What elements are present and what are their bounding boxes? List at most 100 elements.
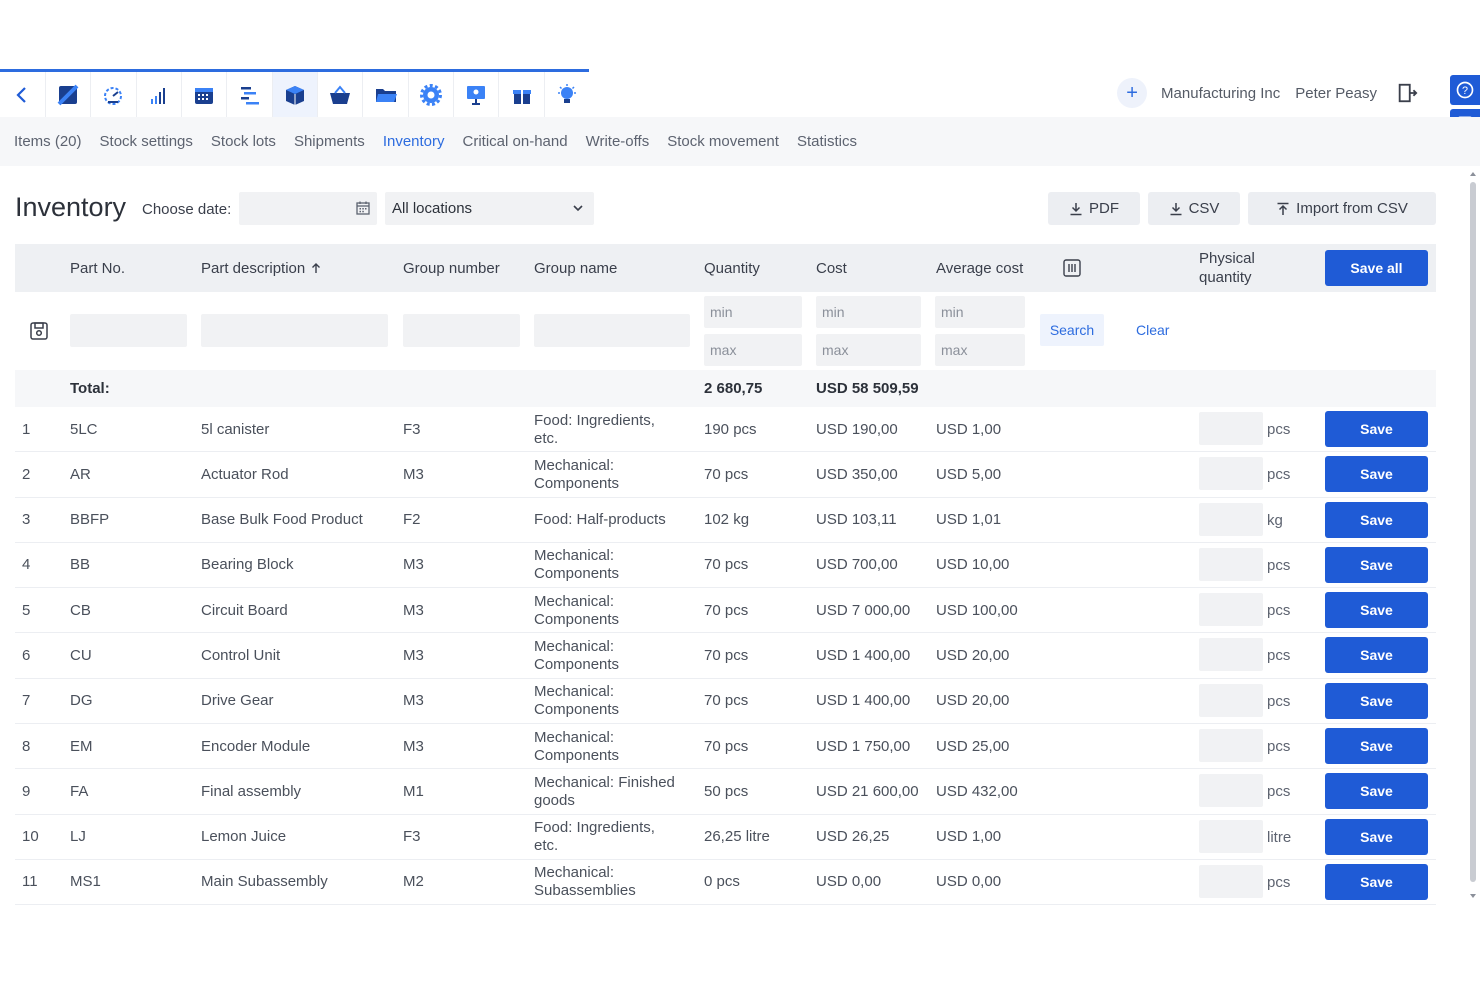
filter-cost-min[interactable]: min [816,296,921,328]
col-cost[interactable]: Cost [816,244,847,292]
calendar-icon[interactable] [180,72,226,117]
add-plus-icon[interactable]: + [1117,78,1148,108]
save-row-button[interactable]: Save [1325,592,1428,629]
physical-quantity-input[interactable] [1199,638,1263,672]
save-row-button[interactable]: Save [1325,501,1428,538]
cell-average-cost: USD 1,00 [936,420,1002,438]
table-row: 1 5LC 5l canister F3 Food: Ingredients, etc.… [15,407,1436,453]
cell-average-cost: USD 5,00 [936,465,1002,483]
filter-cost-max[interactable]: max [816,334,921,366]
tab-critical-on-hand[interactable]: Critical on-hand [463,133,568,150]
save-row-button[interactable]: Save [1325,728,1428,765]
filter-group-name-input[interactable] [534,314,690,347]
clear-button[interactable]: Clear [1136,314,1169,346]
physical-quantity-input[interactable] [1199,683,1263,717]
save-row-button[interactable]: Save [1325,637,1428,674]
cell-part-no: CB [70,601,91,619]
physical-quantity-input[interactable] [1199,864,1263,898]
tab-statistics[interactable]: Statistics [797,133,857,150]
cell-average-cost: USD 0,00 [936,873,1002,891]
cell-unit: pcs [1267,783,1291,801]
tab-stock-lots[interactable]: Stock lots [211,133,276,150]
sales-icon[interactable] [44,72,90,117]
cell-group-name: Mechanical: Components [534,592,620,628]
sort-up-arrow-icon [312,263,321,273]
location-select[interactable]: All locations [385,192,594,225]
cell-group-name: Mechanical: Components [534,456,620,492]
physical-quantity-input[interactable] [1199,457,1263,491]
tab-items[interactable]: Items (20) [14,133,82,150]
search-button[interactable]: Search [1040,314,1104,346]
save-row-button[interactable]: Save [1325,682,1428,719]
folder-icon[interactable] [362,72,407,117]
filter-part-no-input[interactable] [70,314,187,347]
col-average-cost[interactable]: Average cost [936,244,1023,292]
cell-row-number: 11 [22,873,38,891]
tab-inventory[interactable]: Inventory [383,133,445,150]
save-row-button[interactable]: Save [1325,773,1428,810]
col-quantity[interactable]: Quantity [704,244,760,292]
dashboard-icon[interactable] [90,72,135,117]
save-all-button[interactable]: Save all [1325,250,1428,286]
tab-write-offs[interactable]: Write-offs [586,133,650,150]
presentation-icon[interactable] [453,72,498,117]
physical-quantity-input[interactable] [1199,819,1263,853]
save-row-button[interactable]: Save [1325,818,1428,855]
scrollbar-thumb[interactable] [1470,182,1476,882]
filter-quantity-min[interactable]: min [704,296,802,328]
date-input[interactable] [239,192,377,225]
col-group-number[interactable]: Group number [403,244,500,292]
tab-stock-movement[interactable]: Stock movement [667,133,779,150]
calendar-small-icon[interactable] [355,200,371,216]
cell-unit: litre [1267,828,1292,846]
cell-group-number: M3 [403,692,424,710]
cell-group-name: Food: Half-products [534,511,666,529]
lightbulb-icon[interactable] [543,72,589,117]
location-select-value: All locations [392,200,473,217]
col-part-no[interactable]: Part No. [70,244,125,292]
physical-quantity-input[interactable] [1199,547,1263,581]
user-name[interactable]: Peter Peasy [1295,85,1377,102]
tab-shipments[interactable]: Shipments [294,133,365,150]
save-row-button[interactable]: Save [1325,546,1428,583]
settings-gear-icon[interactable] [407,72,453,117]
logout-icon[interactable] [1396,82,1418,104]
pdf-button[interactable]: PDF [1048,192,1140,225]
top-toolbar: + Manufacturing Inc Peter Peasy ? [0,69,1480,139]
save-filter-icon[interactable] [28,320,50,342]
stock-box-icon[interactable] [271,72,318,117]
col-part-description[interactable]: Part description [201,244,322,292]
help-question-icon[interactable]: ? [1450,75,1480,105]
filter-group-number-input[interactable] [403,314,520,347]
physical-quantity-input[interactable] [1199,729,1263,763]
save-row-button[interactable]: Save [1325,411,1428,447]
filter-quantity-max[interactable]: max [704,334,802,366]
physical-quantity-input[interactable] [1199,774,1263,808]
save-row-button[interactable]: Save [1325,456,1428,493]
col-group-name[interactable]: Group name [534,244,617,292]
total-cost: USD 58 509,59 [816,380,919,397]
back-chevron-icon[interactable] [0,72,45,117]
purchasing-basket-icon[interactable] [317,72,362,117]
statistics-icon[interactable] [135,72,181,117]
table-row: 3 BBFP Base Bulk Food Product F2 Food: Half-… [15,498,1436,543]
physical-quantity-input[interactable] [1199,502,1263,536]
tab-stock-settings[interactable]: Stock settings [100,133,193,150]
column-settings-icon[interactable] [1062,244,1082,292]
cell-row-number: 2 [22,465,31,483]
filter-row: min max min max min max Search Clear [15,292,1436,370]
gift-icon[interactable] [498,72,543,117]
cell-part-description: Encoder Module [201,737,311,755]
physical-quantity-input[interactable] [1199,412,1263,445]
csv-button[interactable]: CSV [1148,192,1240,225]
filter-part-description-input[interactable] [201,314,388,347]
save-row-button[interactable]: Save [1325,863,1428,900]
planning-icon[interactable] [226,72,271,117]
import-csv-button[interactable]: Import from CSV [1248,192,1436,225]
scrollbar[interactable] [1468,170,1478,900]
company-name[interactable]: Manufacturing Inc [1161,85,1280,102]
filter-avg-cost-min[interactable]: min [935,296,1025,328]
cell-part-description: Main Subassembly [201,873,328,891]
filter-avg-cost-max[interactable]: max [935,334,1025,366]
physical-quantity-input[interactable] [1199,593,1263,627]
